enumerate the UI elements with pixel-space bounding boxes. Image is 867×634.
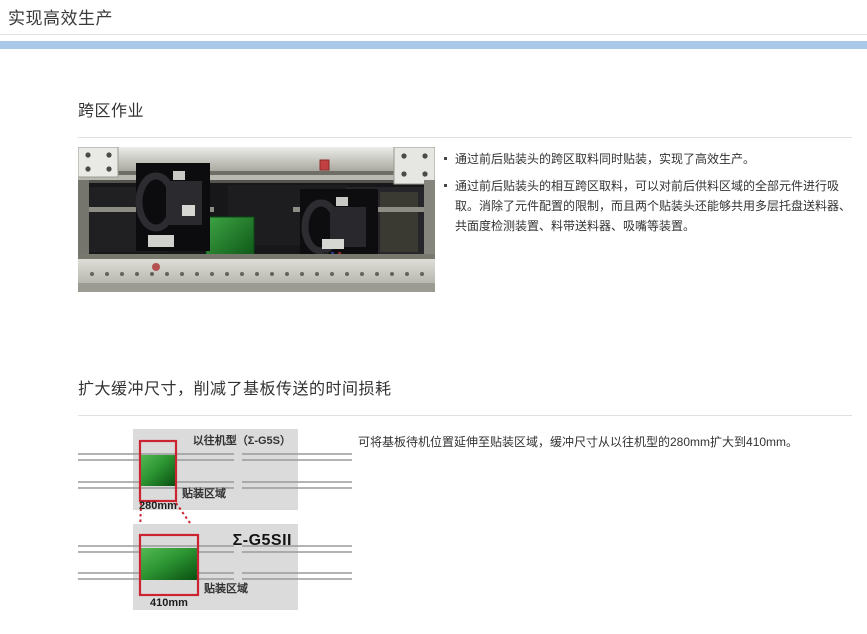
old-model-pcb [141,455,175,486]
old-model-area-label: 贴装区域 [181,486,226,500]
page-header: 实现高效生产 [0,0,867,49]
section-cross-area-heading: 跨区作业 [78,101,852,138]
section-buffer-heading: 扩大缓冲尺寸，削减了基板传送的时间损耗 [78,379,852,416]
new-model-dimension: 410mm [150,597,188,609]
new-model-pcb [141,548,197,580]
buffer-diagram-illustration: 以往机型（Σ-G5S） 贴装区域 280mm Σ-G5 [78,425,355,615]
bullet-item: 通过前后贴装头的跨区取料同时贴装，实现了高效生产。 [443,149,852,169]
buffer-size-diagram: 以往机型（Σ-G5S） 贴装区域 280mm Σ-G5 [78,425,355,615]
old-model-label: 以往机型（Σ-G5S） [193,433,291,447]
cross-area-bullet-list: 通过前后贴装头的跨区取料同时贴装，实现了高效生产。 通过前后贴装头的相互跨区取料… [443,149,852,243]
machine-interior-photo [78,147,435,292]
section-cross-area: 跨区作业 [78,101,852,292]
machine-photo-illustration [78,147,435,292]
accent-bar [0,41,867,49]
bullet-item: 通过前后贴装头的相互跨区取料，可以对前后供料区域的全部元件进行吸取。消除了元件配… [443,176,852,236]
buffer-description: 可将基板待机位置延伸至贴装区域，缓冲尺寸从以往机型的280mm扩大到410mm。 [358,433,852,451]
old-model-dimension: 280mm [139,500,177,512]
page-title: 实现高效生产 [0,0,867,34]
section-buffer: 扩大缓冲尺寸，削减了基板传送的时间损耗 以往机型（Σ-G5S） [78,379,852,615]
new-model-area-label: 贴装区域 [203,581,248,595]
